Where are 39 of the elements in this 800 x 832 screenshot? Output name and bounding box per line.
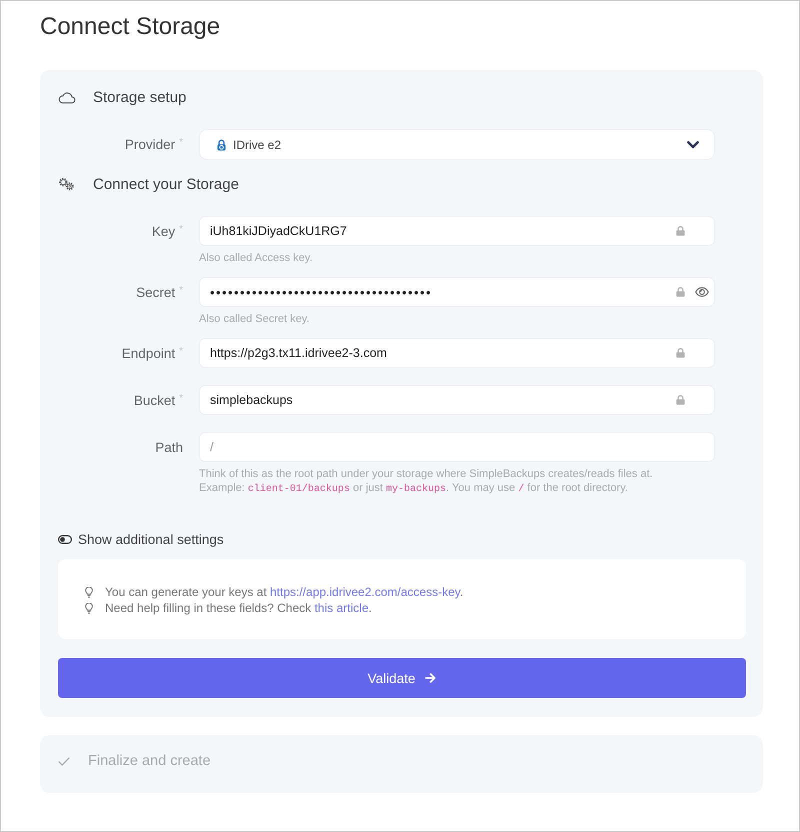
lightbulb-icon bbox=[85, 586, 93, 598]
eye-icon[interactable] bbox=[695, 287, 709, 297]
tip-text: You can generate your keys at https://app.idrivee2.com/access-key. bbox=[105, 585, 464, 599]
toggle-label[interactable]: Show additional settings bbox=[78, 532, 224, 546]
input-field[interactable]: https://p2g3.tx11.idrivee2-3.com bbox=[199, 338, 715, 368]
field-label: Endpoint * bbox=[120, 346, 183, 360]
input-field[interactable]: iUh81kiJDiyadCkU1RG7 bbox=[199, 216, 715, 246]
help-text: Also called Access key. bbox=[199, 251, 313, 265]
cloud-icon bbox=[58, 90, 76, 104]
field-label: Key * bbox=[150, 224, 183, 238]
padlock-icon bbox=[217, 138, 226, 150]
input-field[interactable]: simplebackups bbox=[199, 385, 715, 415]
lightbulb-icon bbox=[85, 602, 93, 614]
section-heading: Connect your Storage bbox=[93, 176, 239, 192]
step-title: Finalize and create bbox=[88, 753, 211, 769]
tip-text: Need help filling in these fields? Check this article. bbox=[105, 601, 372, 615]
lock-icon bbox=[676, 395, 685, 405]
gears-icon bbox=[58, 177, 75, 191]
lock-icon bbox=[676, 287, 685, 297]
help-text: Think of this as the root path under your storage where SimpleBackups creates/reads files at. bbox=[199, 467, 653, 481]
validate-button[interactable]: Validate bbox=[58, 658, 746, 698]
lock-icon bbox=[676, 226, 685, 236]
field-label: Path bbox=[154, 440, 183, 454]
lock-icon bbox=[676, 348, 685, 358]
input-field[interactable]: ••••••••••••••••••••••••••••••••••••• bbox=[199, 277, 715, 307]
field-label: Provider * bbox=[124, 137, 183, 152]
field-label: Secret * bbox=[135, 284, 183, 300]
link[interactable]: https://app.idrivee2.com/access-key bbox=[270, 585, 460, 599]
arrow-right-icon bbox=[425, 673, 436, 683]
page-title: Connect Storage bbox=[40, 12, 220, 42]
provider-select[interactable]: IDrive e2 bbox=[199, 129, 715, 160]
help-text: Example: client-01/backups or just my-backups. You may use / for the root directory. bbox=[199, 481, 628, 497]
check-icon bbox=[58, 756, 70, 766]
link[interactable]: this article bbox=[314, 601, 368, 615]
help-text: Also called Secret key. bbox=[199, 312, 310, 326]
section-heading: Storage setup bbox=[93, 88, 186, 106]
toggle-switch-icon[interactable] bbox=[58, 534, 72, 544]
field-label: Bucket * bbox=[132, 392, 183, 408]
chevron-down-icon bbox=[687, 140, 699, 148]
